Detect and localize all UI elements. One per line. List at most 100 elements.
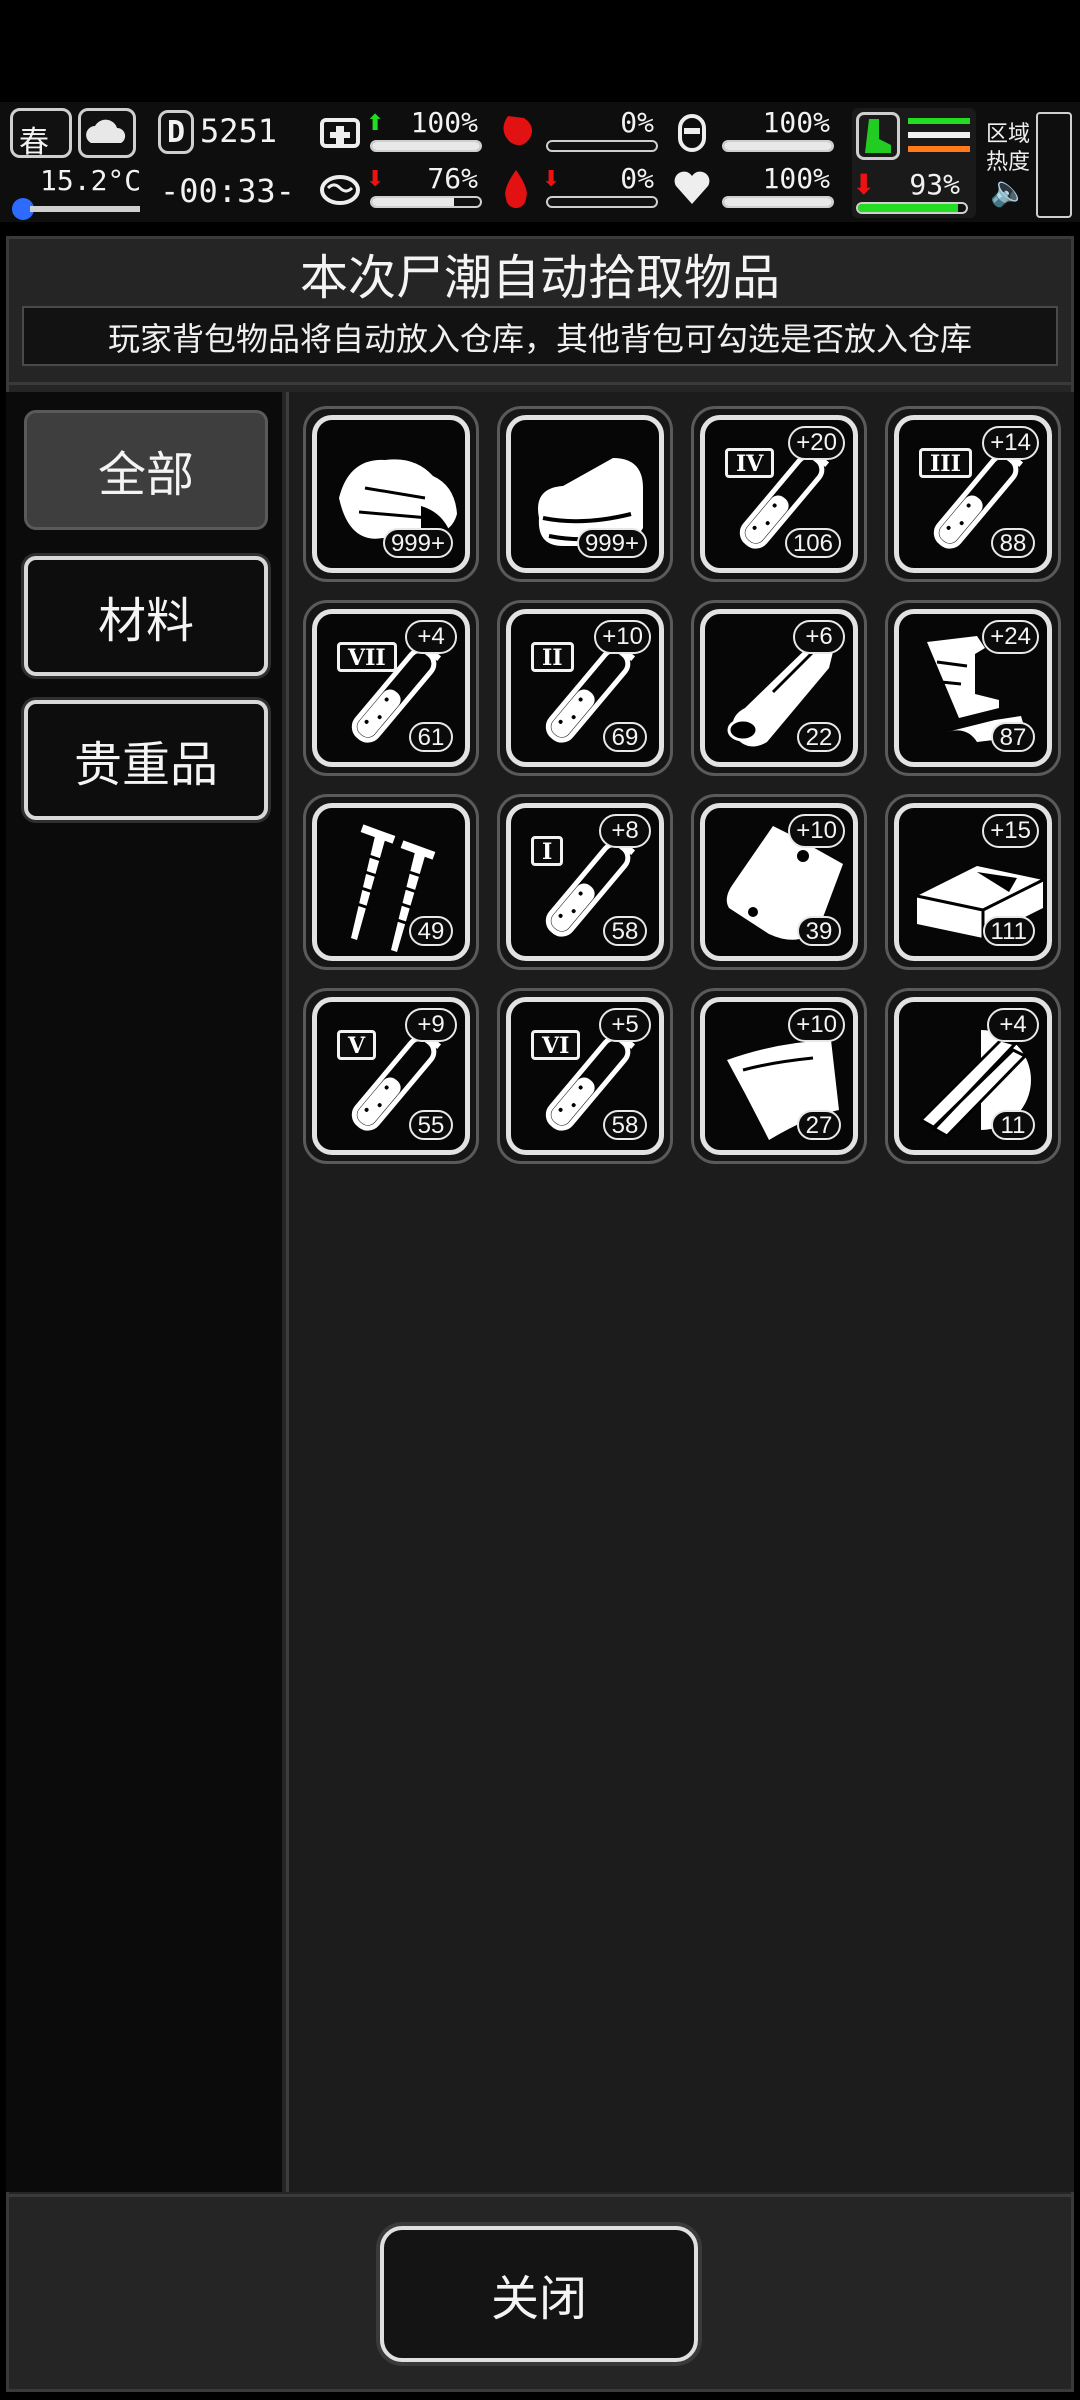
item-count: 87 <box>991 722 1035 752</box>
item-slot[interactable]: 27 +10 <box>691 988 867 1164</box>
temperature-readout: 15.2°C <box>40 164 142 197</box>
item-frame: II 69 +10 <box>506 609 664 767</box>
armor-icon <box>678 114 706 152</box>
item-slot[interactable]: II 69 +10 <box>497 600 673 776</box>
item-bonus-badge: +10 <box>788 814 845 848</box>
day-counter: 5251 <box>200 112 278 150</box>
item-count: 999+ <box>382 528 453 558</box>
stamina-panel: ⬇ 93% <box>852 108 976 218</box>
tab-all[interactable]: 全部 <box>24 410 268 530</box>
item-bonus-badge: +4 <box>987 1008 1039 1042</box>
item-slot[interactable]: 111 +15 <box>885 794 1061 970</box>
mood-bar <box>722 196 834 208</box>
item-frame: 39 +10 <box>700 803 858 961</box>
bleed-value: 0% <box>620 162 654 195</box>
item-count: 69 <box>603 722 647 752</box>
item-slot[interactable]: 11 +4 <box>885 988 1061 1164</box>
mood-value: 100% <box>762 162 830 195</box>
divider <box>6 382 1074 385</box>
item-frame: 27 +10 <box>700 997 858 1155</box>
item-count: 55 <box>409 1110 453 1140</box>
item-grade-badge: II <box>531 642 574 672</box>
item-count: 999+ <box>576 528 647 558</box>
dialog-title: 本次尸潮自动拾取物品 <box>299 252 780 305</box>
hunger-value: 0% <box>620 106 654 139</box>
item-bonus-badge: +8 <box>599 814 651 848</box>
item-frame: V 55 +9 <box>312 997 470 1155</box>
item-frame: 999+ <box>312 415 470 573</box>
item-frame: 11 +4 <box>894 997 1052 1155</box>
status-hud: 春 15.2°C D 5251 -00:33- ⬆ 100% 0% 100% ⬇ 76% ⬇… <box>0 102 1080 222</box>
close-button[interactable]: 关闭 <box>380 2226 698 2362</box>
sanity-value: 76% <box>427 162 478 195</box>
item-count: 49 <box>409 916 453 946</box>
sanity-icon <box>320 175 360 205</box>
bleed-icon <box>505 170 527 208</box>
boot-icon <box>856 112 900 160</box>
item-count: 88 <box>991 528 1035 558</box>
item-bonus-badge: +20 <box>788 426 845 460</box>
stamina-bar <box>856 202 968 214</box>
armor-value: 100% <box>762 106 830 139</box>
stamina-value: 93% <box>909 168 960 201</box>
speaker-icon[interactable]: 🔈 <box>990 174 1027 209</box>
item-frame: 111 +15 <box>894 803 1052 961</box>
health-value: 100% <box>410 106 478 139</box>
season-label: 春 <box>19 125 49 160</box>
health-icon <box>320 118 360 148</box>
item-count: 27 <box>797 1110 841 1140</box>
heat-label: 热度 <box>986 149 1031 174</box>
dialog-subtitle: 玩家背包物品将自动放入仓库，其他背包可勾选是否放入仓库 <box>107 321 972 357</box>
item-grade-badge: V <box>337 1030 377 1060</box>
item-slot[interactable]: I 58 +8 <box>497 794 673 970</box>
divider <box>6 2194 1074 2197</box>
item-frame: I 58 +8 <box>506 803 664 961</box>
item-slot[interactable]: 22 +6 <box>691 600 867 776</box>
stats-panel: ⬆ 100% 0% 100% ⬇ 76% ⬇ 0% 100% <box>318 102 838 222</box>
item-slot[interactable]: IV 106 +20 <box>691 406 867 582</box>
item-count: 58 <box>603 916 647 946</box>
item-frame: 999+ <box>506 415 664 573</box>
item-grade-badge: IV <box>725 448 775 478</box>
item-bonus-badge: +4 <box>405 620 457 654</box>
item-slot[interactable]: V 55 +9 <box>303 988 479 1164</box>
item-bonus-badge: +10 <box>788 1008 845 1042</box>
item-slot[interactable]: 49 <box>303 794 479 970</box>
item-frame: 22 +6 <box>700 609 858 767</box>
tab-materials[interactable]: 材料 <box>24 556 268 676</box>
item-bonus-badge: +14 <box>982 426 1039 460</box>
item-slot[interactable]: III 88 +14 <box>885 406 1061 582</box>
tab-valuables[interactable]: 贵重品 <box>24 700 268 820</box>
item-frame: 49 <box>312 803 470 961</box>
stamina-stripe <box>908 146 970 152</box>
item-bonus-badge: +6 <box>793 620 845 654</box>
mood-icon <box>674 171 710 204</box>
item-count: 111 <box>982 916 1035 946</box>
item-count: 39 <box>797 916 841 946</box>
item-grade-badge: VII <box>337 642 397 672</box>
item-frame: 87 +24 <box>894 609 1052 767</box>
item-grade-badge: III <box>919 448 972 478</box>
item-slot[interactable]: 999+ <box>303 406 479 582</box>
stamina-stripe <box>908 132 970 138</box>
armor-bar <box>722 140 834 152</box>
clock-readout: -00:33- <box>160 172 295 210</box>
item-slot[interactable]: VI 58 +5 <box>497 988 673 1164</box>
item-slot[interactable]: 39 +10 <box>691 794 867 970</box>
weather-icon <box>78 108 136 158</box>
item-slot[interactable]: 87 +24 <box>885 600 1061 776</box>
hunger-bar <box>546 140 658 152</box>
item-frame: VI 58 +5 <box>506 997 664 1155</box>
bleed-bar <box>546 196 658 208</box>
item-bonus-badge: +24 <box>982 620 1039 654</box>
season-badge: 春 <box>10 108 72 160</box>
day-icon: D <box>158 110 194 154</box>
zone-heat-meter <box>1036 112 1072 218</box>
item-bonus-badge: +5 <box>599 1008 651 1042</box>
sanity-bar <box>370 196 482 208</box>
item-frame: III 88 +14 <box>894 415 1052 573</box>
item-bonus-badge: +9 <box>405 1008 457 1042</box>
item-slot[interactable]: VII 61 +4 <box>303 600 479 776</box>
health-bar <box>370 140 482 152</box>
item-slot[interactable]: 999+ <box>497 406 673 582</box>
